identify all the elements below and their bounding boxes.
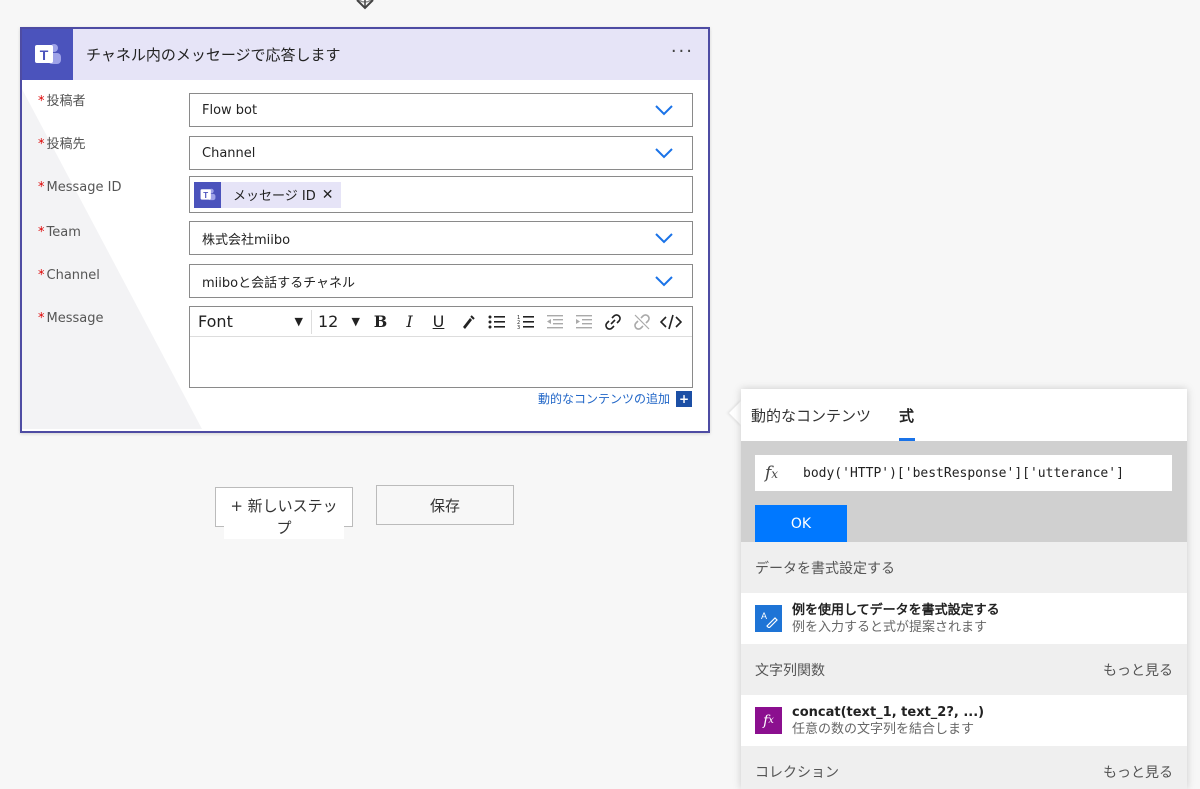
field-label: * Team (38, 225, 81, 240)
font-size-value: 12 (318, 312, 339, 331)
channel-dropdown[interactable]: miiboと会話するチャネル (189, 264, 693, 298)
see-more-link[interactable]: もっと見る (1103, 762, 1173, 782)
post-in-dropdown[interactable]: Channel (189, 136, 693, 170)
chevron-down-icon (655, 105, 673, 116)
dropdown-value: 株式会社miibo (202, 232, 291, 248)
field-label: * 投稿先 (38, 137, 86, 152)
teams-icon: T (22, 29, 73, 80)
function-icon: fx (755, 707, 782, 734)
expression-text: body('HTTP')['bestResponse']['utterance'… (803, 465, 1124, 481)
section-title: 文字列関数 (755, 662, 825, 679)
svg-text:3: 3 (517, 325, 520, 330)
underline-button[interactable]: U (424, 309, 453, 335)
item-desc: 例を入力すると式が提案されます (792, 619, 988, 635)
italic-button[interactable]: I (395, 309, 424, 335)
field-poster: * 投稿者 Flow bot (22, 93, 708, 127)
tab-dynamic-content[interactable]: 動的なコンテンツ (751, 405, 871, 441)
svg-text:A: A (761, 611, 767, 621)
field-label: * Channel (38, 268, 100, 283)
caret-down-icon: ▼ (351, 315, 360, 328)
team-dropdown[interactable]: 株式会社miibo (189, 221, 693, 255)
bold-button[interactable]: B (366, 309, 395, 335)
ok-button[interactable]: OK (755, 505, 847, 542)
field-label: * 投稿者 (38, 94, 86, 109)
format-data-item[interactable]: A 例を使用してデータを書式設定する 例を入力すると式が提案されます (741, 593, 1187, 644)
tab-expression[interactable]: 式 (899, 405, 916, 441)
highlight-icon[interactable] (453, 309, 482, 335)
panel-tabs: 動的なコンテンツ 式 (741, 389, 1187, 441)
section-title: コレクション (755, 764, 839, 781)
add-dynamic-content-link[interactable]: 動的なコンテンツの追加 + (538, 390, 692, 407)
section-collection: コレクション もっと見る (741, 746, 1187, 789)
save-button[interactable]: 保存 (376, 485, 514, 525)
bullet-list-icon[interactable] (482, 309, 511, 335)
code-view-icon[interactable] (656, 309, 685, 335)
svg-text:T: T (39, 47, 48, 63)
section-string-functions: 文字列関数 もっと見る (741, 644, 1187, 695)
dropdown-value: miiboと会話するチャネル (202, 275, 355, 291)
caret-down-icon: ▼ (294, 315, 303, 328)
card-header[interactable]: T チャネル内のメッセージで応答します ··· (22, 29, 708, 80)
chevron-down-icon (655, 276, 673, 287)
field-message-id: * Message ID T メッセージ ID ✕ (22, 176, 708, 216)
link-icon[interactable] (598, 309, 627, 335)
concat-function-item[interactable]: fx concat(text_1, text_2?, ...) 任意の数の文字列… (741, 695, 1187, 746)
fx-icon: fx (765, 463, 779, 483)
more-options-icon[interactable]: ··· (671, 43, 694, 61)
expression-input[interactable]: fx body('HTTP')['bestResponse']['utteran… (755, 455, 1172, 491)
card-title: チャネル内のメッセージで応答します (86, 46, 341, 64)
chevron-down-icon (655, 148, 673, 159)
field-label: * Message ID (38, 180, 122, 195)
numbered-list-icon[interactable]: 123 (511, 309, 540, 335)
message-editor: Font ▼ 12 ▼ B I U 123 (189, 306, 693, 388)
new-step-button[interactable]: + 新しいステップ (215, 487, 353, 539)
item-desc: 任意の数の文字列を結合します (792, 721, 975, 737)
poster-dropdown[interactable]: Flow bot (189, 93, 693, 127)
expression-area: fx body('HTTP')['bestResponse']['utteran… (741, 441, 1187, 542)
see-more-link[interactable]: もっと見る (1103, 660, 1173, 680)
plus-icon: + (676, 390, 692, 407)
add-dynamic-label: 動的なコンテンツの追加 (537, 392, 670, 406)
section-format-data: データを書式設定する (741, 542, 1187, 593)
format-data-icon: A (755, 605, 782, 632)
outdent-icon[interactable] (540, 309, 569, 335)
svg-text:T: T (203, 190, 208, 199)
dynamic-token[interactable]: T メッセージ ID ✕ (194, 181, 342, 208)
font-value: Font (198, 312, 233, 331)
indent-icon[interactable] (569, 309, 598, 335)
chevron-down-icon (655, 233, 673, 244)
dropdown-value: Flow bot (202, 102, 258, 118)
dropdown-value: Channel (202, 145, 256, 161)
remove-token-icon[interactable]: ✕ (322, 187, 334, 203)
teams-icon: T (194, 181, 221, 208)
field-channel: * Channel miiboと会話するチャネル (22, 264, 708, 301)
font-select[interactable]: Font ▼ (190, 309, 312, 334)
unlink-icon[interactable] (627, 309, 656, 335)
field-post-in: * 投稿先 Channel (22, 136, 708, 170)
font-size-select[interactable]: 12 ▼ (312, 310, 366, 334)
new-step-label: + 新しいステップ (224, 495, 344, 539)
field-label: * Message (38, 311, 104, 326)
field-team: * Team 株式会社miibo (22, 221, 708, 258)
connector-arrow-icon (356, 0, 374, 10)
item-title: 例を使用してデータを書式設定する (792, 602, 1000, 618)
section-title: データを書式設定する (755, 560, 895, 577)
dynamic-content-panel: 動的なコンテンツ 式 fx body('HTTP')['bestResponse… (741, 389, 1187, 789)
action-card: T チャネル内のメッセージで応答します ··· * 投稿者 Flow bot * 投… (20, 27, 710, 433)
item-title: concat(text_1, text_2?, ...) (792, 704, 985, 720)
token-label: メッセージ ID (233, 189, 316, 204)
editor-toolbar: Font ▼ 12 ▼ B I U 123 (190, 307, 692, 337)
message-id-input[interactable]: T メッセージ ID ✕ (189, 176, 693, 213)
